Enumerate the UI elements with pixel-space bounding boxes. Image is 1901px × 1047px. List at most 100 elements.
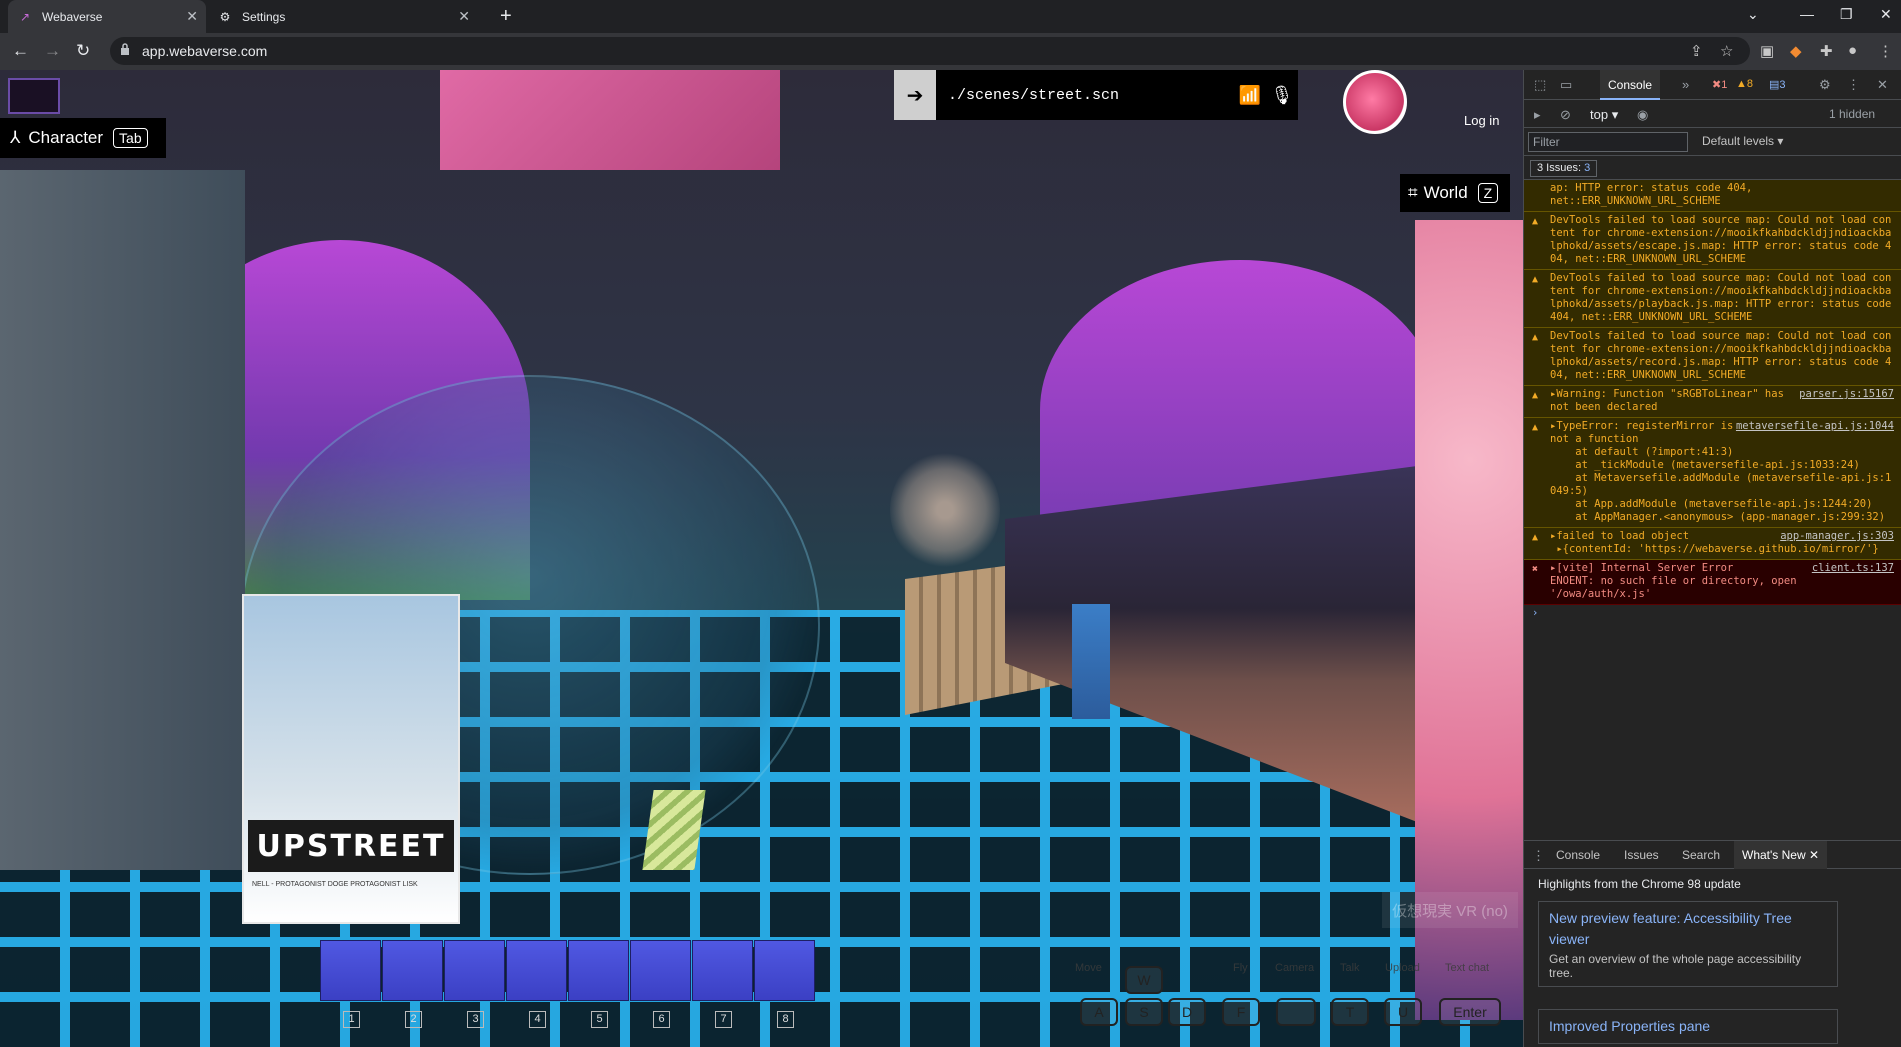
- levels-dropdown[interactable]: Default levels ▾: [1702, 134, 1783, 148]
- clear-console-icon[interactable]: ⊘: [1560, 107, 1571, 123]
- drawer-tab-issues[interactable]: Issues: [1624, 841, 1659, 869]
- console-warning[interactable]: ▲ metaversefile-api.js:1044 ▸TypeError: re…: [1524, 418, 1901, 528]
- hotbar-slot[interactable]: 4: [506, 940, 567, 1028]
- slot-number: 4: [529, 1011, 546, 1028]
- console-warning[interactable]: ▲ DevTools failed to load source map: Cou…: [1524, 270, 1901, 328]
- wifi-icon[interactable]: 📶: [1239, 85, 1261, 106]
- context-select[interactable]: top ▾: [1590, 107, 1618, 123]
- key-t: T: [1331, 998, 1369, 1026]
- console-warning[interactable]: ▲ DevTools failed to load source map: Cou…: [1524, 328, 1901, 386]
- character-button[interactable]: ⅄ Character Tab: [0, 118, 166, 158]
- close-tab-icon[interactable]: ✕: [458, 8, 470, 25]
- login-link[interactable]: Log in: [1464, 113, 1499, 128]
- console-error[interactable]: ✖ client.ts:137 ▸[vite] Internal Server Er…: [1524, 560, 1901, 605]
- tab-webaverse[interactable]: ↗ Webaverse ✕: [8, 0, 206, 33]
- reload-icon[interactable]: ↻: [76, 41, 90, 61]
- card-description: Get an overview of the whole page access…: [1549, 952, 1802, 980]
- drawer-tabbar: ⋮ Console Issues Search What's New ✕: [1524, 841, 1901, 869]
- world-button[interactable]: ⌗ World Z: [1400, 174, 1510, 212]
- warning-message-text: ▸Warning: Function "sRGBToLinear" has no…: [1550, 388, 1791, 413]
- device-toolbar-icon[interactable]: ▭: [1560, 77, 1572, 93]
- source-link[interactable]: client.ts:137: [1812, 562, 1894, 575]
- avatar[interactable]: [1343, 70, 1407, 134]
- metamask-icon[interactable]: ◆: [1790, 42, 1802, 60]
- hotbar-slot[interactable]: 7: [692, 940, 753, 1028]
- game-viewport[interactable]: UPSTREET NELL - PROTAGONIST DOGE PROTAGO…: [0, 70, 1523, 1047]
- character-icon: ⅄: [10, 128, 21, 147]
- console-warning[interactable]: ▲ app-manager.js:303 ▸failed to load objec…: [1524, 528, 1901, 560]
- settings-gear-icon[interactable]: ⚙: [1819, 77, 1831, 93]
- move-label: Move: [1075, 962, 1102, 974]
- profile-icon[interactable]: ●: [1848, 42, 1857, 59]
- warning-triangle-icon: ▲: [1532, 216, 1539, 227]
- hotbar-slot[interactable]: 5: [568, 940, 629, 1028]
- inspect-element-icon[interactable]: ⬚: [1534, 77, 1546, 93]
- new-tab-icon[interactable]: +: [500, 5, 512, 28]
- upstreet-poster[interactable]: UPSTREET NELL - PROTAGONIST DOGE PROTAGO…: [242, 594, 460, 924]
- hotbar-slot[interactable]: 3: [444, 940, 505, 1028]
- key-w: W: [1125, 966, 1163, 994]
- context-value: top: [1590, 107, 1609, 122]
- issues-button[interactable]: 3 Issues: 3: [1530, 160, 1598, 177]
- text-chat-label: Text chat: [1445, 962, 1490, 974]
- close-tab-icon[interactable]: ✕: [186, 8, 198, 25]
- minimize-icon[interactable]: —: [1800, 6, 1814, 22]
- source-link[interactable]: app-manager.js:303: [1780, 530, 1894, 543]
- console-warning[interactable]: ▲ parser.js:15167 ▸Warning: Function "sRGB…: [1524, 386, 1901, 418]
- drawer-tab-console[interactable]: Console: [1556, 841, 1600, 869]
- source-link[interactable]: metaversefile-api.js:1044: [1736, 420, 1894, 433]
- vr-button[interactable]: 仮想現実 VR (no): [1382, 892, 1518, 928]
- back-icon[interactable]: ←: [12, 41, 29, 61]
- close-devtools-icon[interactable]: ✕: [1877, 77, 1888, 93]
- close-window-icon[interactable]: ✕: [1880, 6, 1892, 23]
- hotbar-slot[interactable]: 1: [320, 940, 381, 1028]
- drawer-menu-icon[interactable]: ⋮: [1532, 848, 1545, 864]
- world-grid-icon: ⌗: [1408, 183, 1418, 202]
- warning-badge[interactable]: ▲8: [1736, 78, 1753, 90]
- mic-muted-icon[interactable]: 🎙: [1270, 85, 1293, 106]
- forward-icon[interactable]: →: [44, 41, 61, 61]
- key-a: A: [1080, 998, 1118, 1026]
- drawer-tab-whats-new[interactable]: What's New ✕: [1734, 841, 1828, 869]
- console-warning[interactable]: ap: HTTP error: status code 404, net::ER…: [1524, 180, 1901, 212]
- pink-ceiling: [440, 70, 780, 170]
- console-prompt[interactable]: ›: [1524, 605, 1901, 622]
- live-expression-eye-icon[interactable]: ◉: [1637, 107, 1648, 123]
- webaverse-logo[interactable]: [8, 78, 60, 114]
- tab-console[interactable]: Console: [1600, 70, 1661, 100]
- tab-settings[interactable]: ⚙ Settings ✕: [208, 0, 478, 33]
- whats-new-card[interactable]: New preview feature: Accessibility Tree …: [1538, 901, 1838, 987]
- tab-search-icon[interactable]: ⌄: [1747, 6, 1759, 23]
- drawer-tab-search[interactable]: Search: [1682, 841, 1720, 869]
- more-menu-icon[interactable]: ⋮: [1878, 42, 1893, 60]
- error-badge[interactable]: ✖1: [1712, 78, 1727, 91]
- hotbar-slot[interactable]: 2: [382, 940, 443, 1028]
- levels-label: Default levels: [1702, 134, 1775, 148]
- hotbar-slot[interactable]: 6: [630, 940, 691, 1028]
- scene-selector[interactable]: ➔ ./scenes/street.scn: [894, 70, 1234, 120]
- filter-input[interactable]: Filter: [1528, 132, 1688, 152]
- console-warning[interactable]: ▲ DevTools failed to load source map: Cou…: [1524, 212, 1901, 270]
- more-tabs-icon[interactable]: »: [1682, 77, 1689, 92]
- extension-icon[interactable]: ▣: [1760, 42, 1774, 60]
- scene-path[interactable]: ./scenes/street.scn: [936, 87, 1119, 104]
- maximize-icon[interactable]: ❐: [1840, 6, 1853, 23]
- arrow-right-icon[interactable]: ➔: [894, 70, 936, 120]
- slot-number: 5: [591, 1011, 608, 1028]
- card-title[interactable]: Improved Properties pane: [1549, 1016, 1827, 1037]
- slot-number: 7: [715, 1011, 732, 1028]
- card-title[interactable]: New preview feature: Accessibility Tree …: [1549, 908, 1827, 950]
- share-icon[interactable]: ⇪: [1690, 42, 1703, 60]
- address-bar[interactable]: app.webaverse.com ⇪ ☆: [110, 37, 1750, 65]
- whats-new-card[interactable]: Improved Properties pane: [1538, 1009, 1838, 1044]
- puzzle-extensions-icon[interactable]: ✚: [1820, 42, 1833, 60]
- warning-triangle-icon: ▲: [1532, 422, 1539, 433]
- source-link[interactable]: parser.js:15167: [1799, 388, 1894, 401]
- sidebar-toggle-icon[interactable]: ▸: [1534, 107, 1541, 123]
- bookmark-star-icon[interactable]: ☆: [1720, 42, 1733, 60]
- info-badge[interactable]: ▤3: [1769, 78, 1786, 91]
- hotbar-slot[interactable]: 8: [754, 940, 815, 1028]
- tab-strip: ↗ Webaverse ✕ ⚙ Settings ✕ + ⌄ — ❐ ✕: [0, 0, 1901, 33]
- lock-icon: [121, 43, 129, 55]
- more-options-icon[interactable]: ⋮: [1847, 77, 1860, 93]
